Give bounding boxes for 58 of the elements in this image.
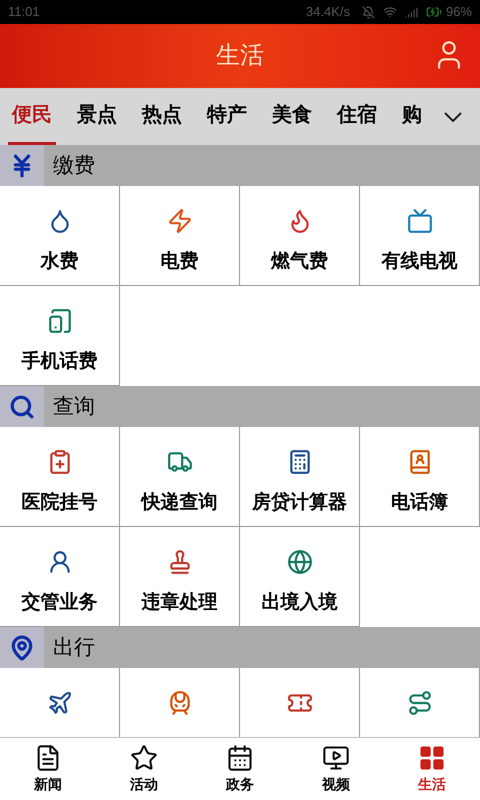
tile-label: 电话簿 (391, 491, 448, 515)
nav-tab[interactable]: 视频 (288, 738, 384, 800)
grid-icon (418, 744, 446, 772)
tile-label: 房贷计算器 (252, 490, 347, 515)
tile-label: 电费 (160, 250, 198, 274)
tv-icon (406, 208, 432, 234)
service-tile[interactable]: 违章处理 (120, 527, 240, 627)
service-tile[interactable]: 交管业务 (0, 527, 120, 627)
status-time: 11:01 (8, 3, 40, 22)
page-title: 生活 (216, 41, 264, 71)
tile-label: 违章处理 (142, 590, 218, 615)
category-tab[interactable]: 购 (398, 88, 426, 145)
battery-percent: 96% (446, 3, 472, 22)
nav-tab[interactable]: 活动 (96, 738, 192, 800)
map-pin-icon (9, 634, 35, 660)
tile-label: 手机话费 (22, 350, 98, 374)
star-icon (130, 744, 158, 772)
nav-tab[interactable]: 生活 (384, 738, 480, 800)
service-tile[interactable]: 手机话费 (0, 286, 120, 386)
service-tile[interactable]: 出境入境 (240, 527, 360, 627)
phone-icon (46, 308, 72, 334)
service-tile[interactable]: 电费 (120, 186, 240, 286)
category-tab[interactable]: 美食 (268, 88, 316, 145)
service-tile[interactable]: 燃气费 (240, 186, 360, 286)
lightning-icon (166, 208, 192, 234)
service-tile[interactable]: 快递查询 (120, 427, 240, 527)
globe-icon (286, 549, 312, 575)
search-icon (9, 394, 35, 420)
service-tile[interactable]: 水费 (0, 186, 120, 286)
calendar-icon (226, 744, 254, 772)
tile-label: 有线电视 (382, 250, 458, 274)
service-tile[interactable]: 电话簿 (360, 427, 480, 527)
service-tile[interactable]: 医院挂号 (0, 427, 120, 527)
expand-tabs-button[interactable] (444, 112, 462, 122)
chevron-down-icon (444, 112, 462, 122)
tile-label: 快递查询 (142, 490, 218, 515)
mute-icon (362, 6, 375, 18)
category-tab[interactable]: 热点 (138, 88, 186, 145)
network-speed: 34.4K/s (306, 3, 350, 22)
tile-label: 医院挂号 (22, 490, 98, 515)
tile-label: 燃气费 (271, 250, 328, 274)
tile-label: 出境入境 (262, 590, 338, 615)
wifi-icon (382, 5, 397, 19)
section-title: 查询 (53, 394, 95, 420)
route-icon (406, 690, 432, 716)
service-tile[interactable]: 有线电视 (360, 186, 480, 286)
category-tab[interactable]: 住宿 (333, 88, 381, 145)
section-title: 缴费 (53, 152, 95, 179)
category-tab[interactable]: 景点 (73, 88, 121, 145)
service-tile[interactable]: 房贷计算器 (240, 427, 360, 527)
video-icon (322, 744, 350, 772)
nav-tab[interactable]: 新闻 (0, 738, 96, 800)
category-tab[interactable]: 特产 (203, 88, 251, 145)
section-title: 出行 (53, 634, 95, 661)
tile-label: 水费 (40, 250, 78, 274)
tile-label: 交管业务 (22, 590, 98, 615)
nav-tab[interactable]: 政务 (192, 738, 288, 800)
plane-icon (46, 690, 72, 716)
